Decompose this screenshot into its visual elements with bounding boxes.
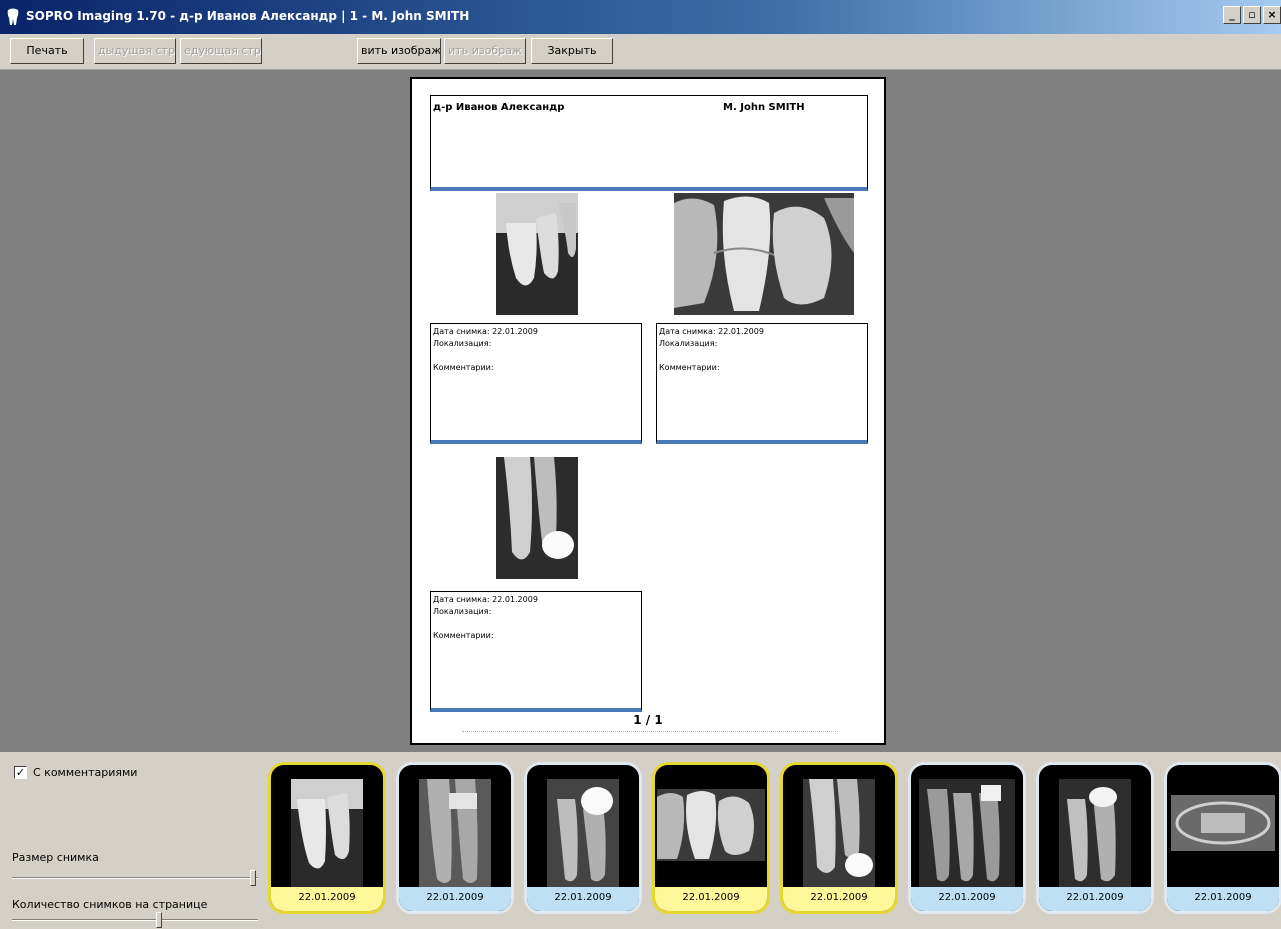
minimize-button[interactable]: _ [1223, 6, 1241, 24]
add-image-button[interactable]: вить изображ [357, 38, 441, 64]
with-comments-checkbox[interactable]: ✓ [14, 766, 27, 779]
print-preview-page: д-р Иванов Александр M. John SMITH Дата … [410, 77, 886, 745]
thumbnail-date: 22.01.2009 [1167, 887, 1279, 911]
thumbnail-date: 22.01.2009 [399, 887, 511, 911]
header-box: д-р Иванов Александр M. John SMITH [430, 95, 868, 191]
image-info-box-1: Дата снимка: 22.01.2009 Локализация: Ком… [430, 323, 642, 444]
with-comments-label: С комментариями [33, 766, 138, 779]
thumbnail-3[interactable]: 22.01.2009 [524, 762, 642, 914]
title-bar[interactable]: SOPRO Imaging 1.70 - д-р Иванов Александ… [0, 0, 1281, 34]
thumbnail-4[interactable]: 22.01.2009 [652, 762, 770, 914]
thumbnail-date: 22.01.2009 [1039, 887, 1151, 911]
date-label: Дата снимка: [659, 327, 716, 336]
comment-label: Комментарии: [659, 363, 720, 372]
image-info-box-2: Дата снимка: 22.01.2009 Локализация: Ком… [656, 323, 868, 444]
xray-thumbnail [1059, 779, 1131, 887]
thumbnail-6[interactable]: 22.01.2009 [908, 762, 1026, 914]
xray-thumbnail [1171, 795, 1275, 851]
date-value: 22.01.2009 [492, 327, 538, 336]
comment-label: Комментарии: [433, 631, 494, 640]
images-per-page-slider[interactable] [12, 912, 258, 928]
thumbnail-8[interactable]: 22.01.2009 [1164, 762, 1281, 914]
thumbnail-1[interactable]: 22.01.2009 [268, 762, 386, 914]
window-title: SOPRO Imaging 1.70 - д-р Иванов Александ… [26, 9, 470, 23]
page-number: 1 / 1 [633, 713, 663, 727]
xray-thumbnail [803, 779, 875, 887]
image-info-box-3: Дата снимка: 22.01.2009 Локализация: Ком… [430, 591, 642, 712]
thumbnail-date: 22.01.2009 [271, 887, 383, 911]
location-label: Локализация: [659, 339, 718, 348]
date-value: 22.01.2009 [718, 327, 764, 336]
image-size-slider-thumb[interactable] [250, 870, 256, 886]
image-size-slider[interactable] [12, 870, 258, 886]
close-button[interactable]: Закрыть [531, 38, 613, 64]
xray-thumbnail [547, 779, 619, 887]
xray-thumbnail [919, 779, 1015, 887]
next-page-button[interactable]: едующая стра [180, 38, 262, 64]
thumbnail-date: 22.01.2009 [527, 887, 639, 911]
xray-image-1 [496, 193, 578, 315]
options-panel: ✓ С комментариями Размер снимка Количест… [0, 752, 264, 929]
location-label: Локализация: [433, 607, 492, 616]
date-value: 22.01.2009 [492, 595, 538, 604]
images-per-page-label: Количество снимков на странице [12, 898, 208, 911]
bottom-panel: ✓ С комментариями Размер снимка Количест… [0, 752, 1281, 929]
location-label: Локализация: [433, 339, 492, 348]
comment-label: Комментарии: [433, 363, 494, 372]
print-button[interactable]: Печать [10, 38, 84, 64]
thumbnail-2[interactable]: 22.01.2009 [396, 762, 514, 914]
with-comments-option[interactable]: ✓ С комментариями [14, 766, 137, 779]
xray-image-2 [674, 193, 854, 315]
xray-thumbnail [291, 779, 363, 887]
xray-thumbnail [419, 779, 491, 887]
xray-image-3 [496, 457, 578, 579]
date-label: Дата снимка: [433, 327, 490, 336]
xray-thumbnail [657, 789, 765, 861]
images-per-page-slider-thumb[interactable] [156, 912, 162, 928]
thumbnail-date: 22.01.2009 [783, 887, 895, 911]
close-window-button[interactable]: × [1263, 6, 1281, 24]
patient-name: M. John SMITH [723, 102, 805, 113]
thumbnail-strip: 22.01.2009 22.01.2009 22.01.2009 22.01.2… [264, 752, 1281, 929]
image-size-label: Размер снимка [12, 851, 99, 864]
thumbnail-5[interactable]: 22.01.2009 [780, 762, 898, 914]
tooth-icon [7, 8, 19, 25]
prev-page-button[interactable]: дыдущая стра [94, 38, 176, 64]
thumbnail-date: 22.01.2009 [911, 887, 1023, 911]
footer-line [462, 731, 838, 733]
maximize-button[interactable]: ▫ [1243, 6, 1261, 24]
thumbnail-7[interactable]: 22.01.2009 [1036, 762, 1154, 914]
doctor-name: д-р Иванов Александр [433, 102, 565, 113]
toolbar: Печать дыдущая стра едующая стра вить из… [0, 34, 1281, 70]
date-label: Дата снимка: [433, 595, 490, 604]
thumbnail-date: 22.01.2009 [655, 887, 767, 911]
remove-image-button[interactable]: ить изображ [444, 38, 526, 64]
